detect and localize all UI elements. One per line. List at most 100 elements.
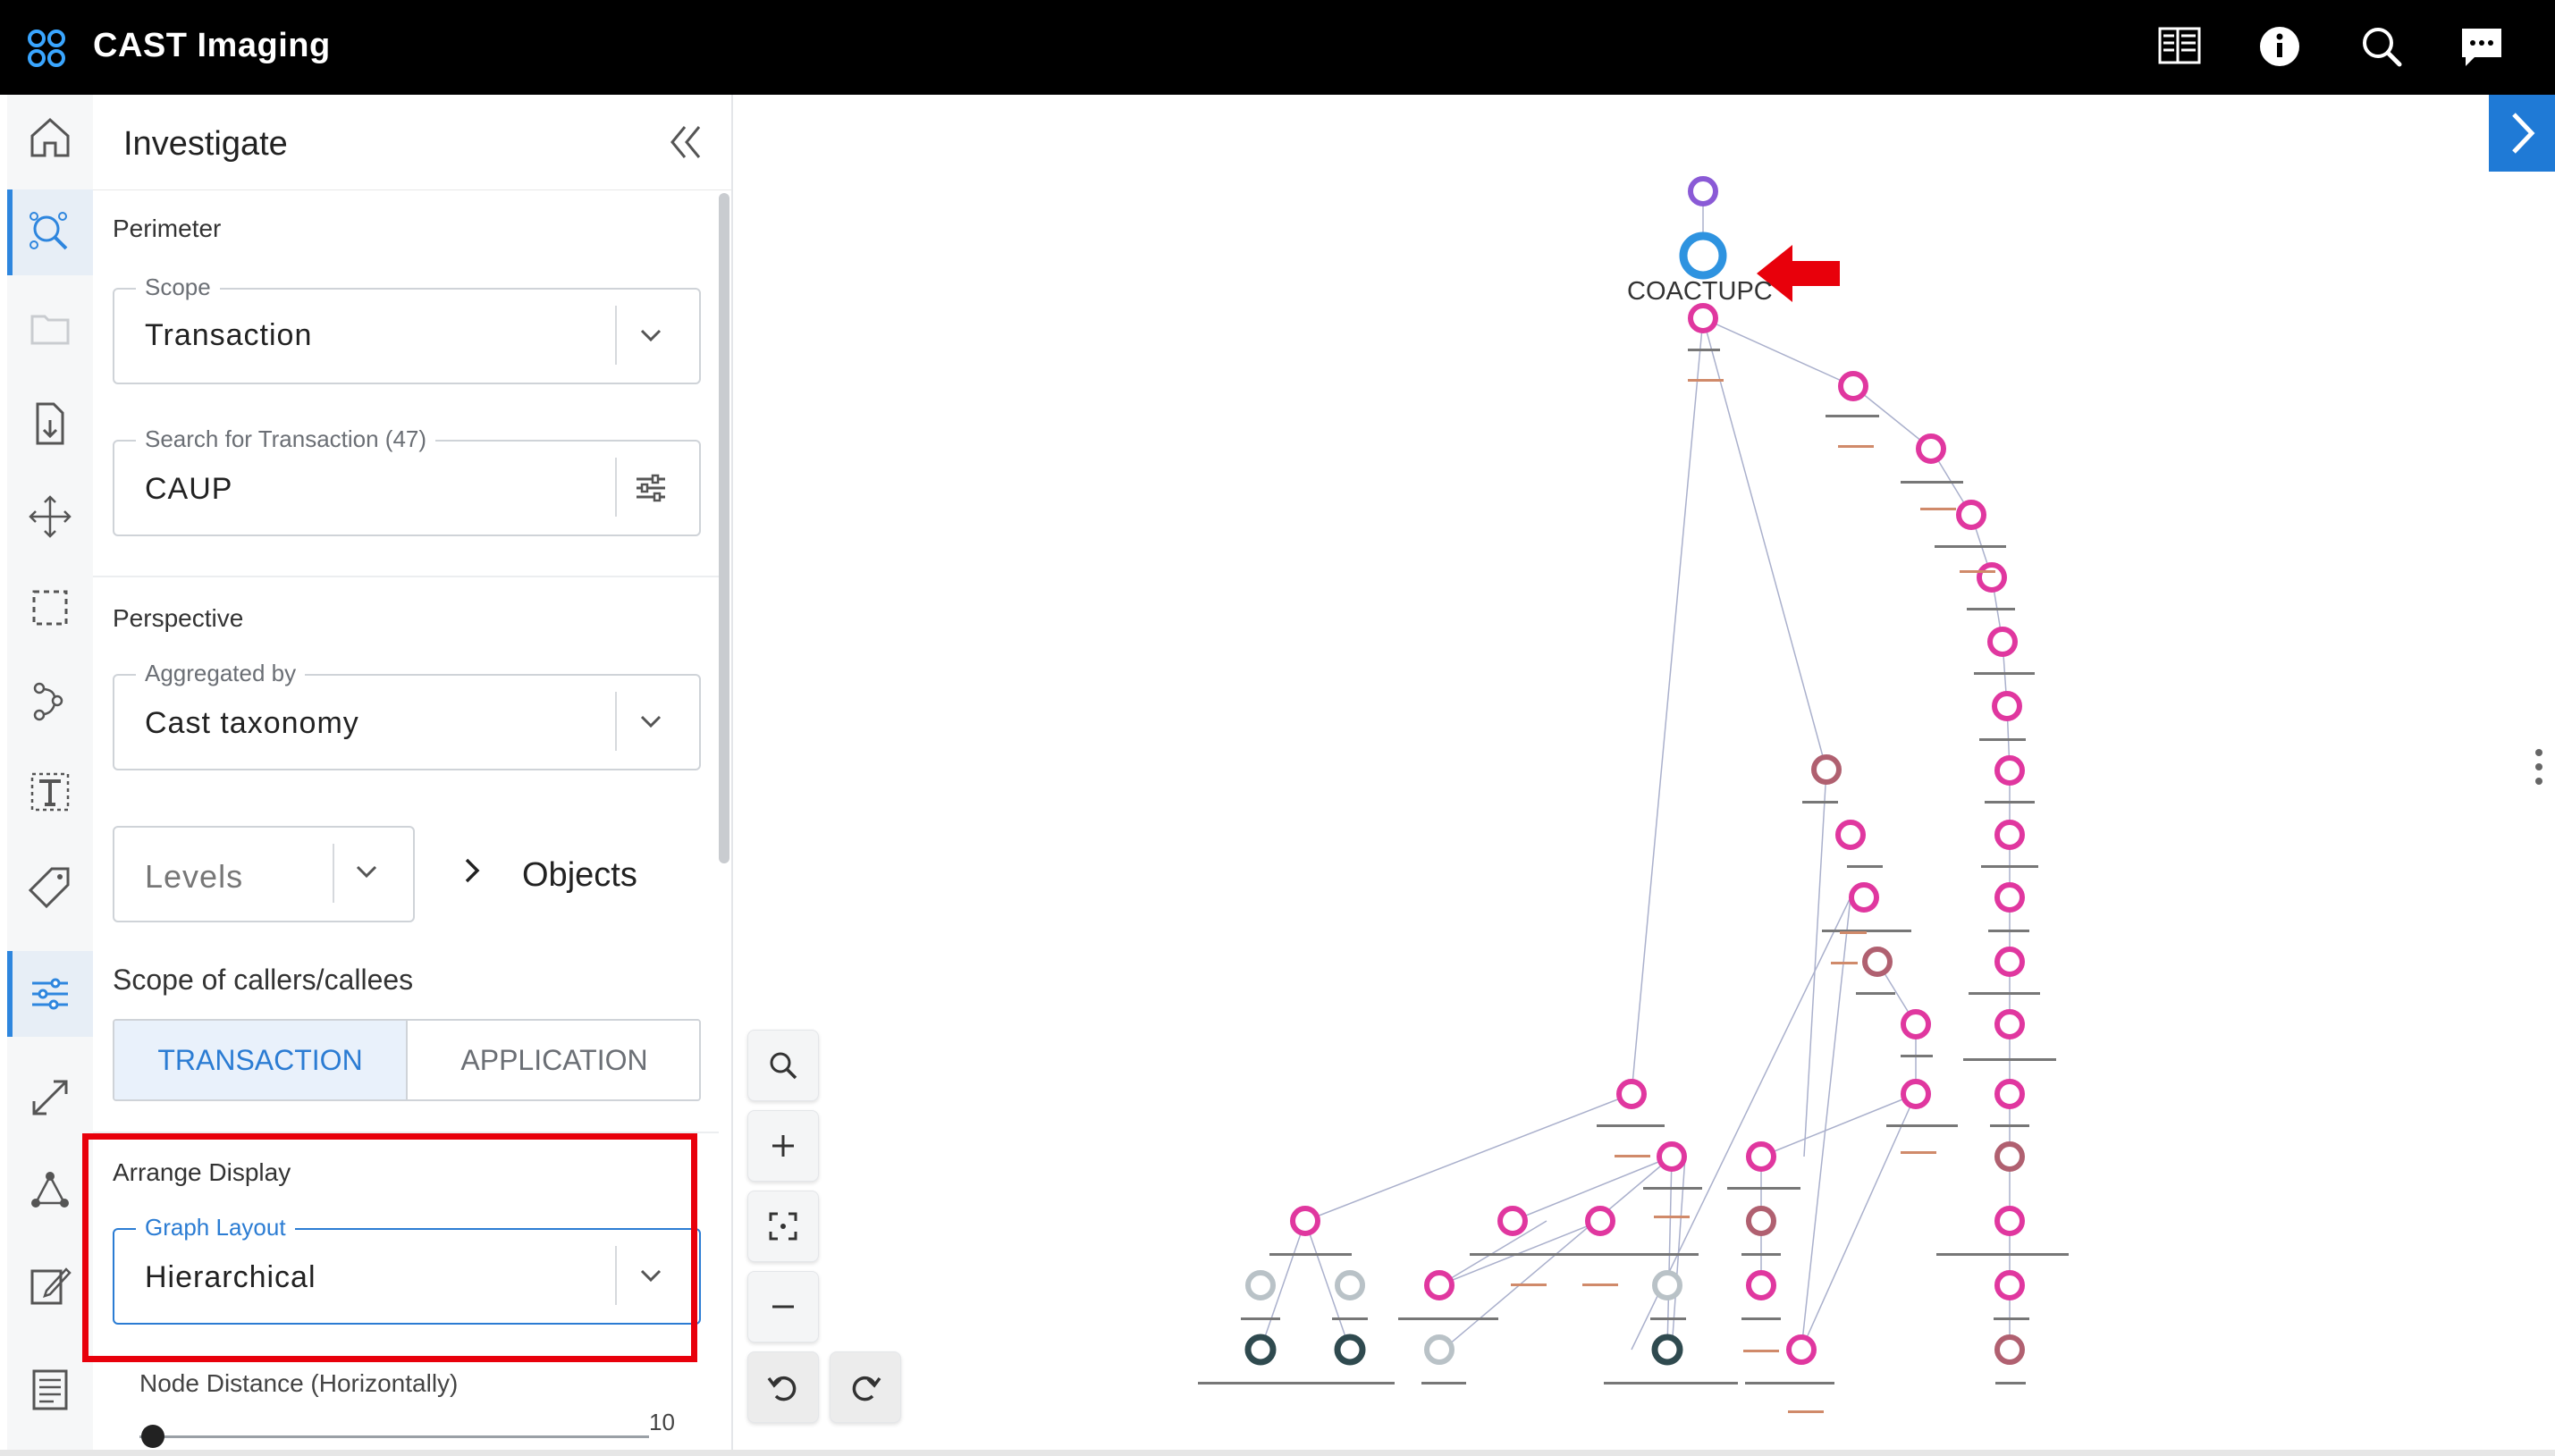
node-tag-marks — [1511, 379, 1995, 1413]
highlight-box — [82, 1133, 697, 1362]
graph-node[interactable] — [1786, 1334, 1817, 1365]
graph-node[interactable] — [1994, 882, 2025, 913]
text-icon[interactable] — [7, 749, 93, 835]
graph-node[interactable] — [1245, 1270, 1276, 1300]
graph-node[interactable] — [1244, 1334, 1277, 1366]
scope-legend: Scope — [136, 274, 220, 301]
graph-node[interactable] — [1835, 820, 1866, 850]
panel-scrollbar[interactable] — [719, 193, 729, 863]
graph-node[interactable] — [1838, 371, 1868, 401]
fit-view-button[interactable] — [747, 1191, 819, 1262]
icon-rail — [7, 95, 98, 1456]
graph-node[interactable] — [1811, 754, 1842, 785]
graph-node-root[interactable] — [1679, 231, 1727, 280]
path-icon[interactable] — [7, 658, 93, 744]
graph-node[interactable] — [1746, 1270, 1776, 1300]
graph-node[interactable] — [1992, 691, 2022, 721]
chevron-down-icon[interactable] — [629, 315, 672, 362]
zoom-in-button[interactable] — [747, 1110, 819, 1182]
graph-node[interactable] — [1994, 1270, 2025, 1300]
graph-node[interactable] — [1688, 176, 1718, 206]
graph-node[interactable] — [1901, 1079, 1931, 1109]
graph-node[interactable] — [1657, 1141, 1687, 1172]
transaction-search-field[interactable]: Search for Transaction (47) CAUP — [113, 425, 701, 536]
graph-node[interactable] — [1334, 1334, 1366, 1366]
graph-node[interactable] — [1616, 1079, 1647, 1109]
graph-node[interactable] — [1424, 1270, 1455, 1300]
graph-node[interactable] — [1994, 820, 2025, 850]
graph-node[interactable] — [1994, 1079, 2025, 1109]
aggregated-by-select[interactable]: Aggregated by Cast taxonomy — [113, 660, 701, 770]
graph-node[interactable] — [1497, 1206, 1528, 1236]
node-distance-slider[interactable] — [139, 1435, 649, 1438]
graph-node[interactable] — [1956, 500, 1986, 530]
callers-scope-toggle: TRANSACTION APPLICATION — [113, 1019, 701, 1101]
collapse-panel-icon[interactable] — [665, 122, 706, 167]
panel-title: Investigate — [123, 125, 288, 163]
plus-icon — [772, 1135, 794, 1157]
graph-node[interactable] — [1994, 1141, 2025, 1172]
sliders-icon[interactable] — [7, 951, 98, 1037]
zoom-search-button[interactable] — [747, 1030, 819, 1101]
aggregated-value: Cast taxonomy — [145, 706, 359, 740]
search-icon — [770, 1052, 797, 1080]
objects-link[interactable]: Objects — [522, 856, 637, 895]
scope-select[interactable]: Scope Transaction — [113, 274, 701, 384]
graph-canvas[interactable]: COACTUPC — [733, 95, 2555, 1456]
zoom-out-button[interactable] — [747, 1271, 819, 1342]
graph-node[interactable] — [1862, 947, 1893, 977]
graph-node[interactable] — [1994, 947, 2025, 977]
graph-node[interactable] — [1994, 755, 2025, 786]
root-node-label: COACTUPC — [1627, 277, 1773, 306]
graph-node[interactable] — [1994, 1009, 2025, 1039]
graph-node[interactable] — [1652, 1270, 1682, 1300]
chevron-down-icon[interactable] — [629, 701, 672, 748]
graph-node[interactable] — [1901, 1009, 1931, 1039]
graph-node[interactable] — [1849, 882, 1879, 913]
home-icon[interactable] — [7, 95, 93, 181]
graph-node[interactable] — [1746, 1206, 1776, 1236]
folder-share-icon[interactable] — [7, 286, 93, 372]
graph-node[interactable] — [1688, 303, 1718, 333]
search-divider — [615, 458, 617, 517]
graph-node[interactable] — [1585, 1206, 1615, 1236]
toggle-application[interactable]: APPLICATION — [406, 1021, 699, 1099]
perspective-label: Perspective — [113, 604, 244, 632]
move-icon[interactable] — [7, 474, 93, 560]
graph-node[interactable] — [1916, 433, 1946, 464]
levels-placeholder: Levels — [145, 858, 244, 895]
tag-icon[interactable] — [7, 844, 93, 930]
investigate-icon[interactable] — [7, 189, 98, 275]
file-download-icon[interactable] — [7, 381, 93, 467]
selection-icon[interactable] — [7, 565, 93, 651]
redo-button[interactable] — [830, 1351, 901, 1423]
expand-icon[interactable] — [7, 1055, 93, 1140]
search-value: CAUP — [145, 472, 233, 506]
toggle-transaction[interactable]: TRANSACTION — [114, 1021, 406, 1099]
chevron-right-icon[interactable] — [456, 854, 488, 891]
graph-node[interactable] — [1977, 562, 2007, 593]
info-icon[interactable] — [2255, 21, 2305, 72]
graph-node[interactable] — [1290, 1206, 1320, 1236]
graph-node[interactable] — [1987, 627, 2018, 657]
chevron-down-icon[interactable] — [345, 851, 388, 898]
graph-node[interactable] — [1746, 1141, 1776, 1172]
panel-view-icon[interactable] — [2154, 21, 2205, 72]
search-icon[interactable] — [2357, 21, 2407, 72]
graph-icon[interactable] — [7, 1148, 93, 1233]
graph-node[interactable] — [1994, 1206, 2025, 1236]
focus-icon — [769, 1212, 797, 1241]
top-bar: CAST Imaging — [0, 0, 2555, 95]
levels-select[interactable]: Levels — [113, 826, 415, 922]
edit-icon[interactable] — [7, 1242, 93, 1328]
graph-node[interactable] — [1335, 1270, 1365, 1300]
graph-node[interactable] — [1994, 1334, 2025, 1365]
chat-icon[interactable] — [2457, 21, 2507, 72]
notes-icon[interactable] — [7, 1346, 93, 1432]
graph-node[interactable] — [1424, 1334, 1455, 1365]
undo-button[interactable] — [747, 1351, 819, 1423]
filter-icon[interactable] — [629, 467, 672, 514]
perimeter-label: Perimeter — [113, 215, 222, 242]
node-distance-slider-handle[interactable] — [141, 1425, 164, 1448]
graph-node[interactable] — [1651, 1334, 1683, 1366]
